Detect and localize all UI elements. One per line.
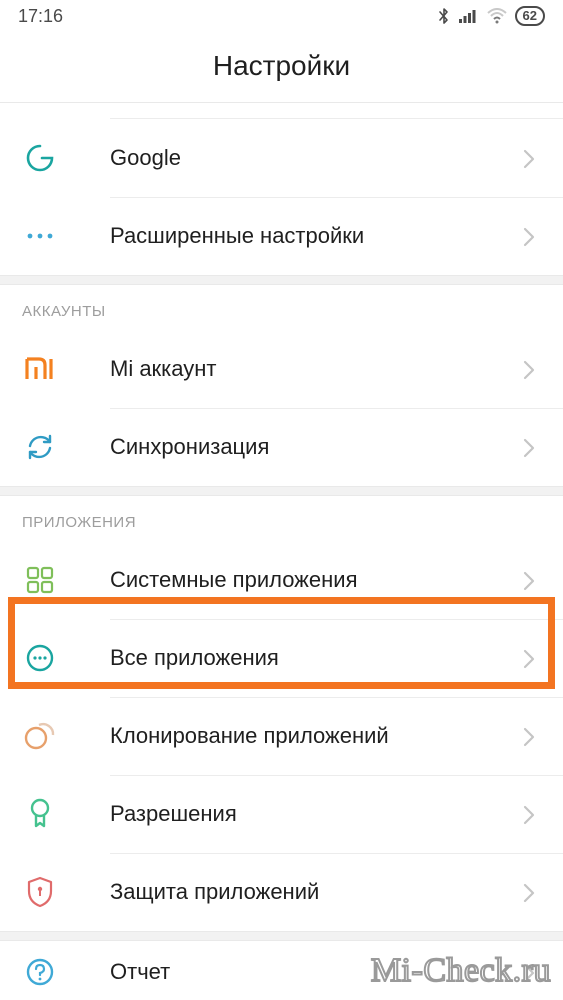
- group-separator: [0, 275, 563, 285]
- chevron-right-icon: [521, 804, 541, 824]
- row-clone-apps[interactable]: Клонирование приложений: [0, 697, 563, 775]
- page-title: Настройки: [0, 32, 563, 103]
- partial-row: [110, 103, 563, 119]
- row-google[interactable]: Google: [0, 119, 563, 197]
- shield-icon: [22, 874, 58, 910]
- google-icon: [22, 140, 58, 176]
- row-app-protection[interactable]: Защита приложений: [0, 853, 563, 931]
- battery-icon: 62: [515, 6, 545, 26]
- group-separator: [0, 931, 563, 941]
- more-icon: [22, 218, 58, 254]
- row-mi-account[interactable]: Mi аккаунт: [0, 330, 563, 408]
- wifi-icon: [487, 8, 507, 24]
- row-label: Расширенные настройки: [110, 223, 521, 249]
- status-icons: 62: [437, 6, 545, 26]
- row-report[interactable]: Отчет: [0, 941, 563, 1000]
- row-label: Разрешения: [110, 801, 521, 827]
- row-advanced-settings[interactable]: Расширенные настройки: [0, 197, 563, 275]
- settings-screen: 17:16 62 Настройки Google: [0, 0, 563, 1000]
- row-sync[interactable]: Синхронизация: [0, 408, 563, 486]
- group-header-apps: ПРИЛОЖЕНИЯ: [0, 496, 563, 541]
- row-label: Отчет: [110, 959, 521, 985]
- group-header-accounts: АККАУНТЫ: [0, 285, 563, 330]
- permissions-icon: [22, 796, 58, 832]
- signal-icon: [459, 8, 479, 24]
- chevron-right-icon: [521, 148, 541, 168]
- row-all-apps[interactable]: Все приложения: [0, 619, 563, 697]
- group-separator: [0, 486, 563, 496]
- chevron-right-icon: [521, 570, 541, 590]
- group-accounts: АККАУНТЫ Mi аккаунт Синхронизация: [0, 285, 563, 486]
- row-label: Клонирование приложений: [110, 723, 521, 749]
- chevron-right-icon: [521, 648, 541, 668]
- chevron-right-icon: [521, 226, 541, 246]
- row-system-apps[interactable]: Системные приложения: [0, 541, 563, 619]
- all-apps-icon: [22, 640, 58, 676]
- row-label: Синхронизация: [110, 434, 521, 460]
- clone-icon: [22, 718, 58, 754]
- group-top: Google Расширенные настройки: [0, 119, 563, 275]
- group-apps: ПРИЛОЖЕНИЯ Системные приложения Все прил…: [0, 496, 563, 931]
- status-bar: 17:16 62: [0, 0, 563, 32]
- row-label: Защита приложений: [110, 879, 521, 905]
- row-label: Mi аккаунт: [110, 356, 521, 382]
- chevron-right-icon: [521, 359, 541, 379]
- sync-icon: [22, 429, 58, 465]
- mi-icon: [22, 351, 58, 387]
- status-time: 17:16: [18, 6, 63, 27]
- row-label: Все приложения: [110, 645, 521, 671]
- bluetooth-icon: [437, 7, 451, 25]
- chevron-right-icon: [521, 962, 541, 982]
- chevron-right-icon: [521, 437, 541, 457]
- row-label: Google: [110, 145, 521, 171]
- chevron-right-icon: [521, 726, 541, 746]
- help-icon: [22, 954, 58, 990]
- chevron-right-icon: [521, 882, 541, 902]
- row-permissions[interactable]: Разрешения: [0, 775, 563, 853]
- grid-icon: [22, 562, 58, 598]
- row-label: Системные приложения: [110, 567, 521, 593]
- group-bottom: Отчет: [0, 941, 563, 1000]
